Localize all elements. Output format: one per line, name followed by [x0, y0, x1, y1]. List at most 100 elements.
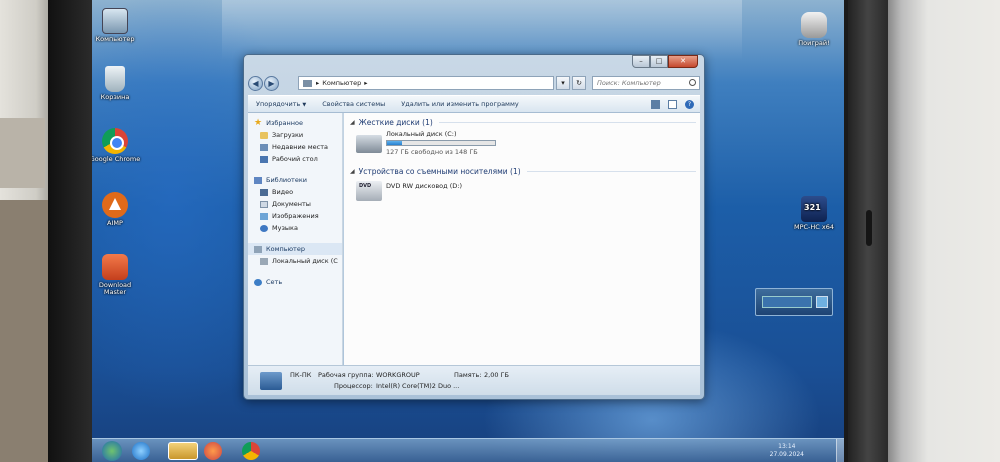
nav-item-favorites[interactable]: ★ Избранное [248, 117, 342, 129]
system-properties-button[interactable]: Свойства системы [314, 95, 393, 113]
address-bar[interactable]: ▸ Компьютер ▸ [298, 76, 554, 90]
organize-button[interactable]: Упорядочить ▼ [248, 95, 314, 113]
drive-usage-bar [386, 140, 496, 146]
view-options-icon[interactable] [651, 99, 660, 109]
nav-label: Компьютер [266, 245, 305, 253]
search-box[interactable] [592, 76, 700, 90]
minimize-button[interactable]: – [632, 55, 650, 68]
desktop-icon-recycle-bin[interactable]: Корзина [92, 66, 143, 101]
nav-label: Сеть [266, 278, 283, 286]
details-pane: ПК-ПК Рабочая группа: WORKGROUP Память: … [248, 365, 700, 395]
search-icon [689, 79, 696, 86]
search-input[interactable] [593, 77, 699, 89]
taskbar-chrome-icon[interactable] [242, 442, 260, 460]
nav-item-documents[interactable]: Документы [248, 198, 342, 210]
memory-label: Память: [454, 371, 482, 379]
recycle-bin-icon [105, 66, 125, 92]
computer-icon [303, 79, 312, 87]
desktop-icon-aimp[interactable]: AIMP [92, 192, 143, 227]
nav-item-downloads[interactable]: Загрузки [248, 129, 342, 141]
taskbar-media-player-icon[interactable] [204, 442, 222, 460]
nav-item-video[interactable]: Видео [248, 186, 342, 198]
libraries-icon [254, 176, 262, 184]
navigation-row: ◀ ▶ ▸ Компьютер ▸ ▾ ↻ [248, 73, 700, 93]
nav-item-local-disk[interactable]: Локальный диск (C [248, 255, 342, 267]
chevron-down-icon: ▼ [302, 102, 307, 108]
show-desktop-button[interactable] [836, 439, 844, 462]
breadcrumb[interactable]: Компьютер [322, 79, 361, 87]
desktop-icon-mpc[interactable]: MPC-HC x64 [786, 196, 842, 231]
group-divider [438, 121, 696, 123]
group-divider [526, 170, 696, 172]
uninstall-program-button[interactable]: Удалить или изменить программу [393, 95, 526, 113]
monitor-notch [866, 210, 872, 246]
nav-item-images[interactable]: Изображения [248, 210, 342, 222]
start-button[interactable] [102, 441, 122, 461]
group-title: Устройства со съемными носителями (1) [358, 166, 521, 176]
group-header-hard-drives[interactable]: ◢ Жесткие диски (1) [350, 115, 700, 129]
desktop-icon-games[interactable]: Поиграй! [786, 12, 842, 47]
desktop-icon-download-master[interactable]: Download Master [92, 254, 143, 296]
workgroup-label: Рабочая группа: [318, 371, 374, 379]
window-controls: – □ ✕ [632, 55, 698, 68]
address-dropdown-button[interactable]: ▾ [556, 76, 570, 90]
drive-dvd[interactable]: DVD RW дисковод (D:) [356, 179, 700, 211]
drive-info: DVD RW дисковод (D:) [386, 179, 462, 211]
nav-item-desktop[interactable]: Рабочий стол [248, 153, 342, 165]
drive-icon [260, 257, 268, 265]
wall-right-background [880, 0, 1000, 462]
music-icon [260, 224, 268, 232]
pc-name: ПК-ПК [290, 371, 312, 379]
gadget-square [816, 296, 828, 308]
close-button[interactable]: ✕ [668, 55, 698, 68]
forward-button[interactable]: ▶ [264, 75, 279, 91]
nav-label: Локальный диск (C [272, 257, 338, 265]
nav-item-libraries[interactable]: Библиотеки [248, 174, 342, 186]
desktop-icon-label: MPC-HC x64 [793, 223, 835, 231]
recent-places-icon [260, 143, 268, 151]
nav-item-recent[interactable]: Недавние места [248, 141, 342, 153]
desktop-icon-label: Download Master [98, 281, 132, 297]
desktop-icon-computer[interactable]: Компьютер [92, 8, 143, 43]
download-master-icon [102, 254, 128, 280]
refresh-button[interactable]: ↻ [572, 76, 586, 90]
back-button[interactable]: ◀ [248, 75, 263, 91]
group-header-removable[interactable]: ◢ Устройства со съемными носителями (1) [350, 164, 700, 178]
nav-label: Музыка [272, 224, 298, 232]
desktop-gadget[interactable] [755, 288, 833, 316]
documents-icon [260, 200, 268, 208]
nav-label: Рабочий стол [272, 155, 318, 163]
maximize-button[interactable]: □ [650, 55, 668, 68]
nav-item-computer[interactable]: Компьютер [248, 243, 342, 255]
cpu-label: Процессор: [334, 382, 373, 390]
explorer-window[interactable]: – □ ✕ ◀ ▶ ▸ Компьютер ▸ ▾ ↻ Упорядочить▼… [243, 54, 705, 400]
drive-name: DVD RW дисковод (D:) [386, 182, 462, 190]
video-icon [260, 188, 268, 196]
chrome-icon [102, 128, 128, 154]
drive-c[interactable]: Локальный диск (C:) 127 ГБ свободно из 1… [356, 130, 700, 162]
nav-label: Избранное [266, 119, 303, 127]
taskbar-explorer-icon[interactable] [168, 442, 198, 460]
screen-glare [222, 0, 742, 60]
nav-item-network[interactable]: Сеть [248, 276, 342, 288]
desktop-icon-label: Корзина [100, 93, 130, 101]
help-icon[interactable]: ? [685, 99, 694, 109]
taskbar-clock[interactable]: 13:14 27.09.2024 [770, 443, 804, 459]
desktop-screen: Компьютер Корзина Google Chrome AIMP Dow… [92, 0, 844, 462]
navigation-pane: ★ Избранное Загрузки Недавние места Рабоч… [248, 113, 343, 365]
preview-pane-icon[interactable] [668, 99, 677, 109]
mpc-icon [801, 196, 827, 222]
memory-value: 2,00 ГБ [484, 371, 509, 379]
command-bar: Упорядочить ▼ Свойства системы Удалить ил… [248, 95, 700, 113]
pc-icon [260, 372, 282, 390]
breadcrumb-arrow-icon[interactable]: ▸ [364, 79, 367, 87]
nav-item-music[interactable]: Музыка [248, 222, 342, 234]
dvd-drive-icon [356, 181, 382, 201]
gadget-bar [762, 296, 812, 308]
content-pane: ◢ Жесткие диски (1) Локальный диск (C:) … [344, 113, 700, 365]
taskbar-ie-icon[interactable] [132, 442, 150, 460]
cpu-value: Intel(R) Core(TM)2 Duo ... [376, 382, 460, 390]
desktop-icon-chrome[interactable]: Google Chrome [92, 128, 143, 163]
breadcrumb-separator-icon: ▸ [316, 79, 320, 87]
star-icon: ★ [254, 117, 263, 128]
